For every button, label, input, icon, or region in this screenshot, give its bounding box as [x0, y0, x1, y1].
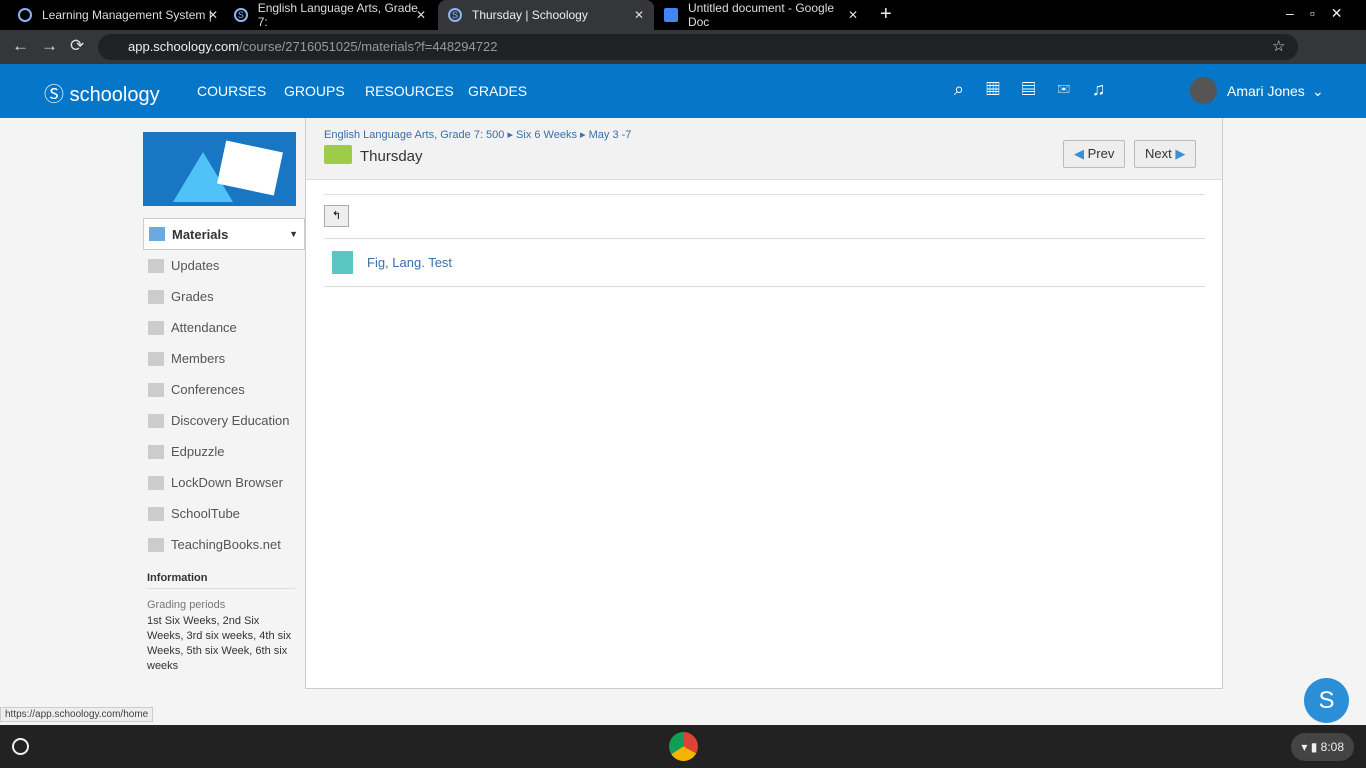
label: Conferences: [171, 382, 245, 397]
breadcrumb-link[interactable]: English Language Arts, Grade 7: 500: [324, 129, 504, 141]
folder-icon: [324, 145, 352, 164]
sidebar-item-teachingbooks[interactable]: TeachingBooks.net: [143, 529, 305, 560]
sidebar-item-schooltube[interactable]: SchoolTube: [143, 498, 305, 529]
next-button[interactable]: Next ▶: [1134, 140, 1197, 168]
tab-thursday[interactable]: S Thursday | Schoology ✕: [438, 0, 654, 30]
tab-title: English Language Arts, Grade 7:: [257, 1, 418, 29]
close-icon[interactable]: ✕: [634, 8, 644, 22]
sidebar-item-discovery[interactable]: Discovery Education: [143, 405, 305, 436]
grades-icon: [148, 289, 164, 304]
label: Attendance: [171, 320, 237, 335]
nav-groups[interactable]: GROUPS: [284, 83, 345, 99]
tab-strip: Learning Management System | ✕ S English L…: [0, 0, 1366, 30]
sidebar-item-lockdown[interactable]: LockDown Browser: [143, 467, 305, 498]
nav-grades[interactable]: GRADES: [468, 83, 527, 99]
tab-lms[interactable]: Learning Management System | ✕: [8, 0, 228, 30]
schoology-favicon: S: [448, 8, 462, 22]
course-sidebar: Materials ▼ Updates Grades Attendance Mem…: [143, 132, 305, 674]
prev-button[interactable]: ◀ Prev: [1063, 140, 1126, 168]
breadcrumb: English Language Arts, Grade 7: 500 ▸ Si…: [324, 129, 632, 141]
label: Next: [1145, 146, 1172, 161]
nav-resources[interactable]: RESOURCES: [365, 83, 454, 99]
clock: 8:08: [1320, 740, 1344, 754]
tab-title: Learning Management System |: [42, 8, 212, 22]
list-item[interactable]: Fig, Lang. Test: [324, 238, 1205, 287]
nav-icons[interactable]: ⌕▦▤✉♫: [954, 79, 1127, 100]
course-banner: [143, 132, 296, 206]
avatar[interactable]: [1190, 77, 1217, 104]
caret-down-icon[interactable]: ▼: [289, 229, 298, 239]
app-icon: [148, 413, 164, 428]
address-bar-row: ←→⟳ app.schoology.com/course/2716051025/…: [0, 30, 1366, 64]
toolbar: ↰: [324, 194, 1205, 238]
breadcrumb-link[interactable]: Six 6 Weeks: [516, 129, 577, 141]
materials-icon: [149, 227, 165, 241]
nav-courses[interactable]: COURSES: [197, 83, 266, 99]
tab-ela[interactable]: S English Language Arts, Grade 7: ✕: [224, 0, 436, 30]
nav-buttons[interactable]: ←→⟳: [12, 36, 96, 56]
chevron-down-icon[interactable]: ⌄: [1312, 83, 1324, 100]
members-icon: [148, 351, 164, 366]
label: Grades: [171, 289, 214, 304]
sidebar-item-grades[interactable]: Grades: [143, 281, 305, 312]
close-icon[interactable]: ✕: [416, 8, 426, 22]
page-header: English Language Arts, Grade 7: 500 ▸ Si…: [306, 118, 1222, 180]
url-host: app.schoology.com: [128, 39, 240, 54]
star-icon[interactable]: ☆: [1272, 37, 1285, 55]
close-icon[interactable]: ✕: [208, 8, 218, 22]
close-icon[interactable]: ✕: [848, 8, 858, 22]
label: Members: [171, 351, 226, 366]
tab-title: Thursday | Schoology: [472, 8, 588, 22]
app-icon: [148, 537, 164, 552]
chat-button[interactable]: S: [1304, 678, 1349, 723]
label: Updates: [171, 258, 220, 273]
tab-title: Untitled document - Google Doc: [687, 1, 835, 29]
tab-docs[interactable]: Untitled document - Google Doc ✕: [654, 0, 868, 30]
schoology-logo[interactable]: Ⓢ schoology: [44, 78, 160, 107]
sidebar-item-members[interactable]: Members: [143, 343, 305, 374]
schoology-favicon: S: [234, 8, 248, 22]
user-name[interactable]: Amari Jones: [1227, 83, 1305, 99]
system-tray[interactable]: ▾ ▮ 8:08: [1291, 733, 1354, 761]
app-icon: [148, 506, 164, 521]
launcher-icon[interactable]: [12, 738, 29, 755]
material-link[interactable]: Fig, Lang. Test: [367, 255, 452, 270]
label: LockDown Browser: [171, 475, 283, 490]
puzzle-icon: [332, 251, 353, 274]
sidebar-item-materials[interactable]: Materials ▼: [143, 218, 305, 250]
back-button[interactable]: ↰: [324, 205, 349, 227]
window-controls[interactable]: –▫✕: [1286, 5, 1358, 22]
app-icon: [148, 444, 164, 459]
label: SchoolTube: [171, 506, 240, 521]
top-nav: Ⓢ schoology COURSES GROUPS RESOURCES GRA…: [0, 64, 1366, 118]
label: Edpuzzle: [171, 444, 225, 459]
updates-icon: [148, 258, 164, 273]
url-path: /course/2716051025/materials?f=448294722: [239, 39, 498, 54]
conferences-icon: [148, 382, 164, 397]
new-tab-button[interactable]: +: [880, 3, 892, 26]
sidebar-item-updates[interactable]: Updates: [143, 250, 305, 281]
chrome-icon[interactable]: [669, 732, 698, 761]
breadcrumb-link[interactable]: May 3 -7: [589, 129, 632, 141]
page-title: Thursday: [360, 148, 423, 165]
app-icon: [148, 475, 164, 490]
attendance-icon: [148, 320, 164, 335]
label: Discovery Education: [171, 413, 290, 428]
sidebar-item-conferences[interactable]: Conferences: [143, 374, 305, 405]
main-content: English Language Arts, Grade 7: 500 ▸ Si…: [305, 118, 1223, 689]
logo-text: schoology: [69, 84, 160, 106]
sidebar-item-attendance[interactable]: Attendance: [143, 312, 305, 343]
grading-periods: 1st Six Weeks, 2nd Six Weeks, 3rd six we…: [147, 615, 292, 672]
label: Prev: [1087, 146, 1115, 161]
label: TeachingBooks.net: [171, 537, 281, 552]
grading-label: Grading periods: [147, 599, 226, 611]
sidebar-item-edpuzzle[interactable]: Edpuzzle: [143, 436, 305, 467]
label: Materials: [172, 226, 229, 242]
info-heading: Information: [147, 572, 295, 589]
status-bar-url: https://app.schoology.com/home: [0, 707, 154, 722]
docs-favicon: [664, 8, 678, 22]
tab-favicon: [18, 8, 32, 22]
url-input[interactable]: app.schoology.com/course/2716051025/mate…: [98, 34, 1298, 60]
taskbar: ▾ ▮ 8:08: [0, 725, 1366, 768]
